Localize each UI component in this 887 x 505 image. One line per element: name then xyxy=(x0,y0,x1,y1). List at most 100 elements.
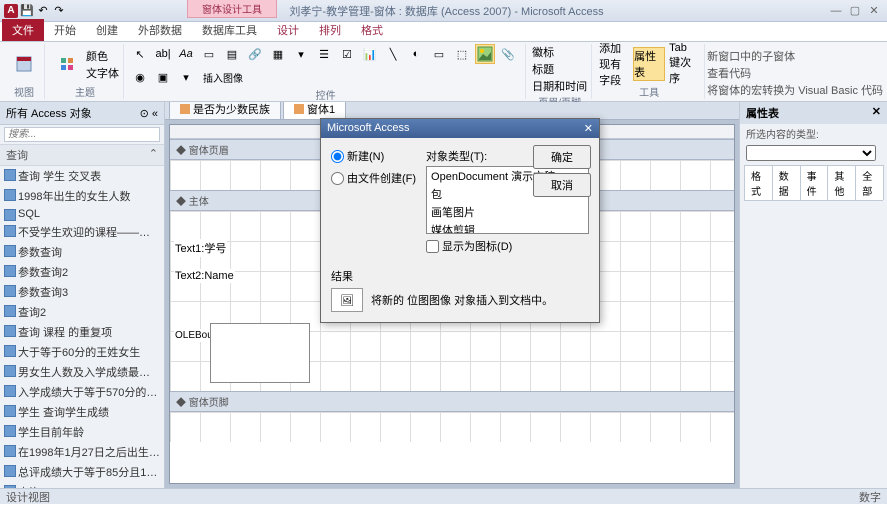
nav-item-query[interactable]: 查询 学生 交叉表 xyxy=(0,166,164,186)
maximize-icon[interactable]: ▢ xyxy=(846,4,864,18)
more-controls-icon[interactable]: ▾ xyxy=(176,67,196,87)
tab-home[interactable]: 开始 xyxy=(44,19,86,41)
ole-bound-frame[interactable] xyxy=(210,323,310,383)
logo-button[interactable]: 徽标 xyxy=(532,44,554,60)
property-sheet-header: 属性表 ✕ xyxy=(740,102,887,124)
app-icon[interactable]: A xyxy=(4,4,18,18)
undo-icon[interactable]: ↶ xyxy=(36,4,50,18)
tab-order-button[interactable]: Tab 键次序 xyxy=(668,47,700,81)
label-icon[interactable]: Aa xyxy=(176,44,196,64)
prop-tab-all[interactable]: 全部 xyxy=(855,165,884,200)
radio-create-new[interactable]: 新建(N) xyxy=(331,148,416,164)
list-icon[interactable]: ☰ xyxy=(314,44,334,64)
checkbox-icon[interactable]: ☑ xyxy=(337,44,357,64)
property-type-label: 所选内容的类型: xyxy=(740,124,887,143)
nav-item-query[interactable]: SQL xyxy=(0,206,164,222)
add-field-button[interactable]: 添加现有字段 xyxy=(598,47,630,81)
property-object-select[interactable] xyxy=(746,145,876,161)
prop-tab-event[interactable]: 事件 xyxy=(800,165,829,200)
textbox-icon[interactable]: ab| xyxy=(153,44,173,64)
attachment-icon[interactable]: 📎 xyxy=(498,44,518,64)
tab-external[interactable]: 外部数据 xyxy=(128,19,192,41)
button-icon[interactable]: ▭ xyxy=(199,44,219,64)
nav-item-query[interactable]: 大于等于60分的王姓女生 xyxy=(0,342,164,362)
cancel-button[interactable]: 取消 xyxy=(533,173,591,197)
nav-item-query[interactable]: 查询3 xyxy=(0,482,164,488)
dialog-titlebar[interactable]: Microsoft Access ✕ xyxy=(321,119,599,138)
themes-button[interactable] xyxy=(51,47,83,81)
convert-macros-button[interactable]: 将窗体的宏转换为 Visual Basic 代码 xyxy=(707,82,883,98)
nav-item-query[interactable]: 总评成绩大于等于85分且1996年出生的同... xyxy=(0,462,164,482)
radio-from-file[interactable]: 由文件创建(F) xyxy=(331,170,416,186)
save-icon[interactable]: 💾 xyxy=(20,4,34,18)
nav-item-query[interactable]: 不受学生欢迎的课程——课程 与 选课 ... xyxy=(0,222,164,242)
ribbon-group-headerfooter: 徽标 标题 日期和时间 页眉/页脚 xyxy=(528,44,592,99)
minimize-icon[interactable]: — xyxy=(827,4,845,18)
tab-arrange[interactable]: 排列 xyxy=(309,19,351,41)
tab-control-icon[interactable]: ▤ xyxy=(222,44,242,64)
subform-icon[interactable]: ▣ xyxy=(153,67,173,87)
ok-button[interactable]: 确定 xyxy=(533,145,591,169)
select-icon[interactable]: ↖ xyxy=(130,44,150,64)
subform-new-window-button[interactable]: 新窗口中的子窗体 xyxy=(707,48,883,64)
nav-item-query[interactable]: 参数查询 xyxy=(0,242,164,262)
nav-group-queries[interactable]: 查询⌃ xyxy=(0,144,164,166)
line-icon[interactable]: ╲ xyxy=(383,44,403,64)
fonts-button[interactable]: 文字体 xyxy=(86,65,119,81)
view-button[interactable] xyxy=(8,47,40,81)
ribbon-tools-extra: 新窗口中的子窗体 查看代码 将窗体的宏转换为 Visual Basic 代码 xyxy=(707,45,883,98)
tab-design[interactable]: 设计 xyxy=(267,19,309,41)
nav-item-query[interactable]: 参数查询3 xyxy=(0,282,164,302)
tab-create[interactable]: 创建 xyxy=(86,19,128,41)
tab-file[interactable]: 文件 xyxy=(2,19,44,41)
label-text2[interactable]: Text2:Name xyxy=(174,269,235,283)
list-item[interactable]: 媒体剪辑 xyxy=(427,221,588,234)
nav-item-query[interactable]: 学生 查询学生成绩 xyxy=(0,402,164,422)
nav-item-query[interactable]: 男女生人数及入学成绩最高分和最低分 xyxy=(0,362,164,382)
option-group-icon[interactable]: ◉ xyxy=(130,67,150,87)
prop-tab-data[interactable]: 数据 xyxy=(772,165,801,200)
close-icon[interactable]: ✕ xyxy=(865,4,883,18)
rectangle-icon[interactable]: ▭ xyxy=(429,44,449,64)
label-text1[interactable]: Text1:学号 xyxy=(174,239,227,257)
view-code-button[interactable]: 查看代码 xyxy=(707,65,883,81)
prop-tab-other[interactable]: 其他 xyxy=(827,165,856,200)
tab-format[interactable]: 格式 xyxy=(351,19,393,41)
hyperlink-icon[interactable]: 🔗 xyxy=(245,44,265,64)
nav-item-query[interactable]: 在1998年1月27日之后出生的张姓同学 xyxy=(0,442,164,462)
nav-header[interactable]: 所有 Access 对象 ⊙ « xyxy=(0,102,164,125)
combo-icon[interactable]: ▾ xyxy=(291,44,311,64)
doc-tab-active[interactable]: 窗体1 xyxy=(283,102,346,119)
nav-item-query[interactable]: 1998年出生的女生人数 xyxy=(0,186,164,206)
statusbar: 设计视图 数字 xyxy=(0,488,887,504)
show-as-icon-checkbox[interactable]: 显示为图标(D) xyxy=(426,238,589,254)
nav-item-query[interactable]: 查询2 xyxy=(0,302,164,322)
nav-item-query[interactable]: 参数查询2 xyxy=(0,262,164,282)
nav-object-list[interactable]: 查询⌃ 查询 学生 交叉表 1998年出生的女生人数 SQL 不受学生欢迎的课程… xyxy=(0,144,164,488)
tab-dbtools[interactable]: 数据库工具 xyxy=(192,19,267,41)
unbound-icon[interactable]: ⬚ xyxy=(452,44,472,64)
doc-tab[interactable]: 是否为少数民族 xyxy=(169,102,281,119)
nav-item-query[interactable]: 入学成绩大于等于570分的女生 xyxy=(0,382,164,402)
chart-icon[interactable]: 📊 xyxy=(360,44,380,64)
close-icon[interactable]: ✕ xyxy=(872,105,881,121)
title-button[interactable]: 标题 xyxy=(532,61,554,77)
navigation-icon[interactable]: ▦ xyxy=(268,44,288,64)
insert-image-button[interactable]: 插入图像 xyxy=(203,70,243,85)
search-input[interactable] xyxy=(4,127,160,142)
property-sheet-button[interactable]: 属性表 xyxy=(633,47,665,81)
prop-tab-format[interactable]: 格式 xyxy=(744,165,773,200)
datetime-button[interactable]: 日期和时间 xyxy=(532,78,587,94)
nav-item-query[interactable]: 学生目前年龄 xyxy=(0,422,164,442)
toggle-icon[interactable]: ◐ xyxy=(406,44,426,64)
dialog-close-icon[interactable]: ✕ xyxy=(584,122,593,135)
section-form-footer[interactable]: ◆ 窗体页脚 xyxy=(170,391,734,412)
status-numlock: 数字 xyxy=(859,489,881,505)
redo-icon[interactable]: ↷ xyxy=(52,4,66,18)
list-item[interactable]: 画笔图片 xyxy=(427,203,588,221)
nav-item-query[interactable]: 查询 课程 的重复项 xyxy=(0,322,164,342)
colors-button[interactable]: 颜色 xyxy=(86,48,119,64)
form-footer-body[interactable] xyxy=(170,412,734,442)
nav-collapse-icon[interactable]: ⊙ « xyxy=(140,107,158,120)
bound-object-frame-icon[interactable] xyxy=(475,44,495,64)
